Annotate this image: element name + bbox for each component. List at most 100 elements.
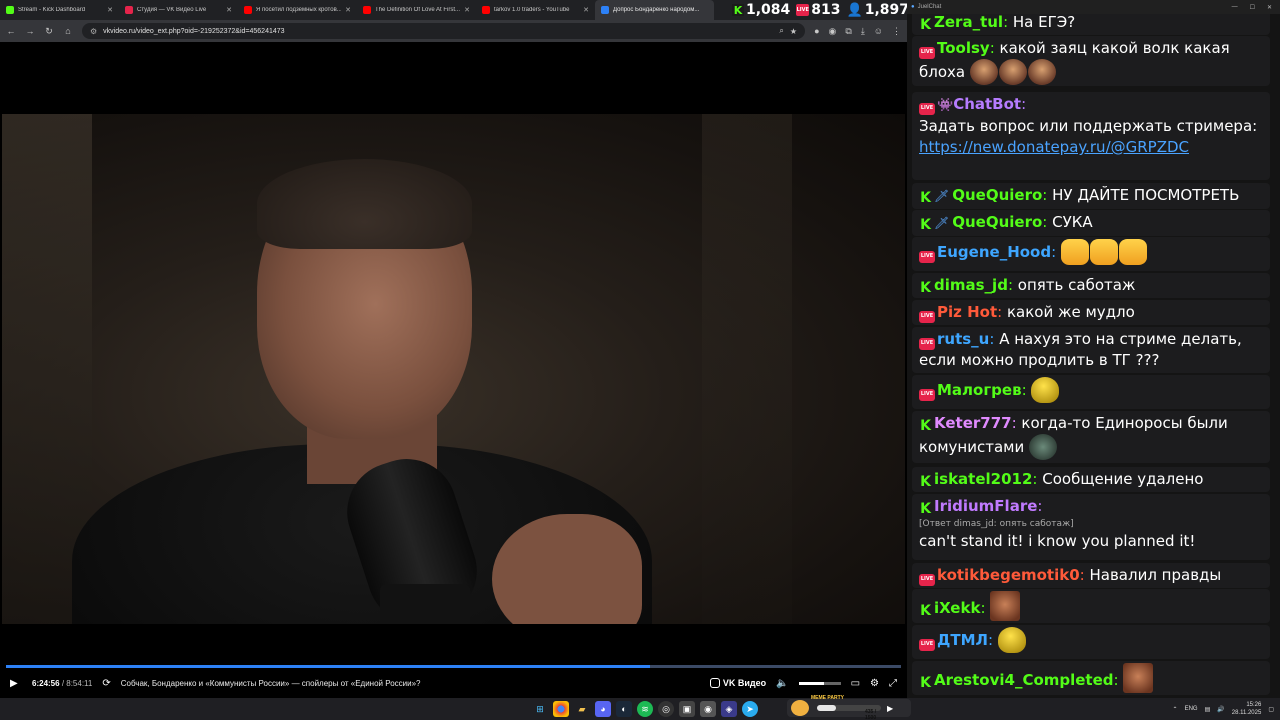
app-icon[interactable]: ▣ [679,701,695,717]
chat-window-titlebar: ● JuelChat — ☐ ✕ [907,0,1280,14]
play-icon[interactable]: ▶ [10,678,22,689]
back-icon[interactable]: ← [6,26,16,36]
crying-emote-icon [1060,239,1089,265]
obs-icon[interactable]: ◎ [658,701,674,717]
tab-vk-studio[interactable]: Студия — VK Видео Live ✕ [119,0,238,20]
minimize-icon[interactable]: — [1232,4,1238,11]
vk-live-platform-icon: LIVE [919,337,935,350]
donate-link[interactable]: https://new.donatepay.ru/@GRPZDC [919,138,1189,156]
cat-mascot-icon [791,700,809,716]
zoom-icon[interactable]: ⌕ [779,26,783,36]
chat-message: K IridiumFlare: [Ответ dimas_jd: опять са… [912,494,1270,560]
tab-youtube-2[interactable]: The Definition Of Love At First... ✕ [357,0,476,20]
windows-start-icon[interactable]: ⊞ [532,701,548,717]
maximize-icon[interactable]: ☐ [1250,4,1255,11]
kick-platform-icon: K [920,501,931,517]
reply-quote: [Ответ dimas_jd: опять саботаж] [919,519,1074,529]
telegram-icon[interactable]: ➤ [742,701,758,717]
video-progress-fill [6,665,651,668]
close-tab-icon[interactable]: ✕ [583,6,589,14]
crying-emote-icon [1089,239,1118,265]
reload-icon[interactable]: ↻ [44,26,54,37]
chat-message: K Keter777: когда-то Единоросы были комун… [912,411,1270,463]
subtitles-icon[interactable]: ▭ [851,678,860,689]
close-tab-icon[interactable]: ✕ [464,6,470,14]
close-tab-icon[interactable]: ✕ [107,6,113,14]
kick-platform-icon: K [920,474,931,490]
forward-icon[interactable]: → [25,26,35,36]
chat-message: Kdimas_jd: опять саботаж [912,273,1270,298]
download-icon[interactable]: ⤓ [861,26,865,37]
screen: Stream - Kick Dashboard ✕ Студия — VK Вид… [0,0,1280,720]
video-player[interactable]: ▶ 6:24:56 / 8:54:11 ⟳ Собчак, Бондаренко… [0,42,907,698]
settings-gear-icon[interactable]: ⚙ [870,678,879,689]
address-bar[interactable]: ⚙ vkvideo.ru/video_ext.php?oid=-21925237… [82,23,806,39]
yellow-blob-emote-icon [1031,377,1060,403]
network-icon[interactable]: ▤ [1205,706,1211,713]
bot-invader-icon: 👾 [937,98,954,113]
url-text[interactable]: vkvideo.ru/video_ext.php?oid=-219252372&… [103,28,773,35]
volume-slider[interactable] [798,681,841,685]
vk-live-platform-icon: LIVE [919,46,935,59]
kick-platform-icon: K [920,418,931,434]
extension-icon[interactable]: ● [814,26,819,36]
kick-platform-icon: K [920,280,931,296]
chrome-icon[interactable] [553,701,569,717]
kick-platform-icon: K [920,17,931,33]
app-icon[interactable]: ◉ [700,701,716,717]
tab-kick-dashboard[interactable]: Stream - Kick Dashboard ✕ [0,0,119,20]
profile-icon[interactable]: ☺ [874,26,883,36]
fullscreen-icon[interactable]: ⤢ [889,678,897,689]
notifications-icon[interactable]: ▢ [1268,706,1274,713]
monkey-emote-icon [998,59,1027,85]
play-icon[interactable]: ▶ [887,704,899,713]
chat-message: KiXekk: [912,589,1270,623]
yellow-blob-emote-icon [997,627,1026,653]
crying-emote-icon [1118,239,1147,265]
menu-icon[interactable]: ⋮ [892,26,901,37]
spotify-icon[interactable]: ≋ [637,701,653,717]
vk-live-platform-icon: LIVE [919,310,935,323]
language-indicator[interactable]: ENG [1185,706,1198,712]
close-window-icon[interactable]: ✕ [1267,4,1272,11]
volume-icon[interactable]: 🔈 [776,678,788,689]
tab-youtube-1[interactable]: Я посетил подземных кротов... ✕ [238,0,357,20]
vk-live-platform-icon: LIVE [919,573,935,586]
player-controls: ▶ 6:24:56 / 8:54:11 ⟳ Собчак, Бондаренко… [0,670,907,696]
total-viewers: 👤 1,897 [846,2,910,18]
frog-emote-icon [1029,434,1058,460]
discord-icon[interactable]: ◕ [595,701,611,717]
site-info-icon[interactable]: ⚙ [90,27,97,36]
video-progress-bar[interactable] [6,665,901,668]
meme-progress-bar: 435 / 1500 [817,705,881,720]
steam-icon[interactable]: ◐ [616,701,632,717]
youtube-favicon-icon [363,6,371,14]
sound-icon[interactable]: 🔊 [1217,706,1224,713]
app-icon[interactable]: ◈ [721,701,737,717]
close-tab-icon[interactable]: ✕ [226,6,232,14]
extensions-puzzle-icon[interactable]: ⧉ [845,26,851,37]
clock[interactable]: 15:26 28.11.2025 [1232,701,1262,717]
kick-viewers: K 1,084 [732,2,791,18]
meme-party-widget[interactable]: MEME PARTY 435 / 1500 ▶ [787,695,911,720]
tab-youtube-3[interactable]: tarkov 1.0 traders - YouTube ✕ [476,0,595,20]
chat-message: K 🗡 QueQuiero: НУ ДАЙТЕ ПОСМОТРЕТЬ [912,183,1270,209]
chapters-icon[interactable]: ⟳ [102,678,110,689]
home-icon[interactable]: ⌂ [63,26,73,36]
person-icon: 👤 [846,2,863,18]
tray-overflow-icon[interactable]: ⌃ [1173,706,1178,713]
explorer-folder-icon[interactable]: ▰ [574,701,590,717]
kick-platform-icon: K [920,675,931,691]
extension-badge-icon[interactable]: ◉ [829,26,837,37]
close-tab-icon[interactable]: ✕ [345,6,351,14]
kick-favicon-icon [6,6,14,14]
chat-message: K 🗡 QueQuiero: СУКА [912,210,1270,236]
chat-message: LIVE ДТМЛ: [912,625,1270,659]
video-frame[interactable] [2,114,905,624]
chat-message: K Zera_tul: На ЕГЭ? [912,14,1270,35]
vk-video-brand[interactable]: VK Видео [709,678,766,688]
chat-feed[interactable]: K Zera_tul: На ЕГЭ? LIVE Toolsy: какой зая… [907,14,1280,698]
bookmark-star-icon[interactable]: ★ [790,27,797,36]
system-tray: ⌃ ENG ▤ 🔊 15:26 28.11.2025 ▢ [1173,698,1274,720]
tab-vk-video-active[interactable]: Допрос Бондаренко народом... [595,0,714,20]
